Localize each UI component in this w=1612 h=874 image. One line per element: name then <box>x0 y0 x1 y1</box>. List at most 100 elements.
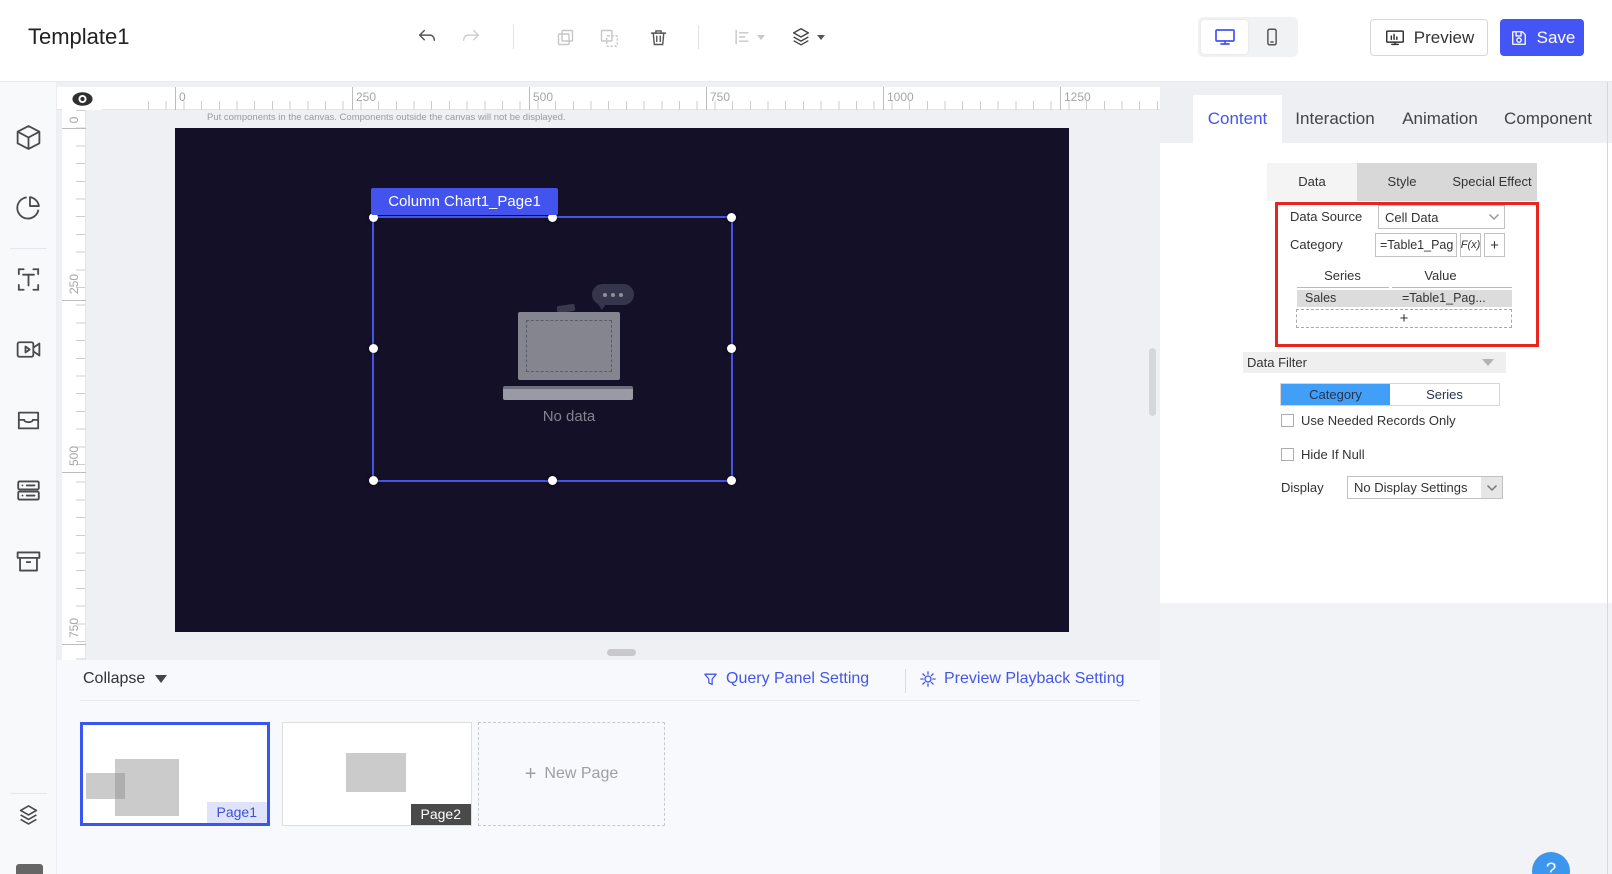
tab-content[interactable]: Content <box>1193 95 1282 143</box>
new-page-label: New Page <box>544 765 619 782</box>
copy-icon <box>555 27 576 48</box>
collapse-button[interactable]: Collapse <box>83 670 168 688</box>
ruler-label: 0 <box>179 90 186 104</box>
category-label: Category <box>1290 237 1343 252</box>
category-add-button[interactable]: + <box>1484 233 1505 257</box>
data-filter-label: Data Filter <box>1247 355 1307 370</box>
eye-icon <box>71 91 94 107</box>
series-table-row[interactable]: Sales =Table1_Pag... <box>1297 290 1512 307</box>
query-panel-setting-link[interactable]: Query Panel Setting <box>702 670 869 688</box>
sidebar-partial-icon[interactable] <box>16 864 43 874</box>
use-needed-records-checkbox-row[interactable]: Use Needed Records Only <box>1281 413 1456 428</box>
add-series-row-button[interactable]: + <box>1296 309 1512 328</box>
chevron-down-icon[interactable] <box>757 35 765 40</box>
category-formula-input[interactable]: =Table1_Pag <box>1375 233 1457 257</box>
sidebar-item-archive[interactable] <box>13 546 44 577</box>
layer-order-button[interactable] <box>785 22 817 52</box>
page-thumbnail-2[interactable]: Page2 <box>282 722 472 826</box>
pages-panel: Collapse Query Panel Setting Preview Pla… <box>57 660 1160 874</box>
align-button[interactable] <box>726 22 758 52</box>
resize-handle-e[interactable] <box>727 344 736 353</box>
text-tool-icon <box>14 265 43 294</box>
data-source-label: Data Source <box>1290 209 1363 224</box>
content-sub-tabs: Data Style Special Effect <box>1267 163 1537 201</box>
formula-fx-button[interactable]: F(x) <box>1460 233 1481 257</box>
sidebar-item-text[interactable] <box>13 264 44 295</box>
sub-tab-style[interactable]: Style <box>1357 163 1447 201</box>
app-window: Template1 Preview Save 0 250 500 750 100… <box>0 0 1612 874</box>
sidebar-item-charts[interactable] <box>13 192 44 223</box>
data-filter-header[interactable]: Data Filter <box>1243 352 1506 373</box>
layers-stack-icon <box>15 802 42 829</box>
checkbox-icon[interactable] <box>1281 414 1294 427</box>
chevron-down-icon <box>1481 477 1502 498</box>
selected-component-chart[interactable] <box>369 213 736 485</box>
checkbox-label: Use Needed Records Only <box>1301 413 1456 428</box>
resize-handle-s[interactable] <box>548 476 557 485</box>
page-thumbnail-1[interactable]: Page1 <box>80 722 270 826</box>
preview-playback-setting-link[interactable]: Preview Playback Setting <box>919 670 1125 688</box>
sidebar-item-widgets[interactable] <box>13 122 44 153</box>
video-camera-icon <box>14 335 43 364</box>
thumbnail-shape <box>346 753 406 792</box>
data-source-select[interactable]: Cell Data <box>1378 205 1505 229</box>
display-label: Display <box>1281 480 1324 495</box>
ruler-label: 750 <box>67 617 81 639</box>
template-title: Template1 <box>28 24 130 49</box>
query-panel-setting-label: Query Panel Setting <box>726 670 870 687</box>
series-column-header: Series <box>1324 268 1361 283</box>
tab-component[interactable]: Component <box>1492 95 1604 143</box>
preview-playback-setting-label: Preview Playback Setting <box>944 670 1125 687</box>
vertical-ruler: 0 250 500 750 <box>62 110 86 660</box>
value-cell: =Table1_Pag... <box>1402 291 1486 305</box>
panel-separator <box>80 700 1140 701</box>
undo-button[interactable] <box>411 22 443 52</box>
sub-tab-special-effect[interactable]: Special Effect <box>1447 163 1537 201</box>
sidebar-divider <box>10 793 47 794</box>
panel-body-lower <box>1160 603 1612 874</box>
tab-animation[interactable]: Animation <box>1388 95 1492 143</box>
resize-handle-w[interactable] <box>369 344 378 353</box>
hide-if-null-checkbox-row[interactable]: Hide If Null <box>1281 447 1365 462</box>
checkbox-icon[interactable] <box>1281 448 1294 461</box>
new-page-button[interactable]: + New Page <box>478 722 665 826</box>
align-icon <box>732 27 752 47</box>
resize-handle-sw[interactable] <box>369 476 378 485</box>
desktop-view-toggle[interactable] <box>1201 20 1248 54</box>
sidebar-item-layers[interactable] <box>13 800 44 831</box>
save-button[interactable]: Save <box>1500 19 1584 56</box>
ruler-visibility-toggle[interactable] <box>62 87 102 110</box>
tab-interaction[interactable]: Interaction <box>1282 95 1388 143</box>
panel-drag-handle[interactable] <box>607 649 636 656</box>
duplicate-format-button[interactable] <box>592 22 624 52</box>
ruler-label: 250 <box>356 90 377 104</box>
ruler-label: 250 <box>67 273 81 295</box>
mobile-view-toggle[interactable] <box>1248 20 1295 54</box>
sidebar-item-media[interactable] <box>13 334 44 365</box>
preview-button[interactable]: Preview <box>1370 19 1488 56</box>
display-select[interactable]: No Display Settings <box>1347 476 1503 499</box>
design-canvas[interactable]: Column Chart1_Page1 No data <box>175 128 1069 632</box>
redo-button[interactable] <box>455 22 487 52</box>
sidebar-item-assets[interactable] <box>13 405 44 436</box>
copy-button[interactable] <box>549 22 581 52</box>
gear-icon <box>919 670 937 688</box>
layers-icon <box>790 26 812 48</box>
chevron-down-icon[interactable] <box>817 35 825 40</box>
filter-segment-category[interactable]: Category <box>1281 384 1390 405</box>
resize-handle-ne[interactable] <box>727 213 736 222</box>
delete-button[interactable] <box>642 22 674 52</box>
value-column-header: Value <box>1424 268 1457 283</box>
ruler-minor-ticks <box>148 101 1160 110</box>
resize-handle-se[interactable] <box>727 476 736 485</box>
checkbox-label: Hide If Null <box>1301 447 1365 462</box>
sub-tab-data[interactable]: Data <box>1267 163 1357 201</box>
canvas-vertical-scrollbar[interactable] <box>1149 348 1156 416</box>
component-name-badge[interactable]: Column Chart1_Page1 <box>371 188 558 215</box>
triangle-down-icon <box>155 675 168 683</box>
sidebar-item-tables[interactable] <box>13 475 44 506</box>
page-label: Page1 <box>206 802 267 823</box>
save-floppy-icon <box>1509 28 1529 48</box>
filter-segment-series[interactable]: Series <box>1390 384 1499 405</box>
device-toggle <box>1198 17 1298 57</box>
